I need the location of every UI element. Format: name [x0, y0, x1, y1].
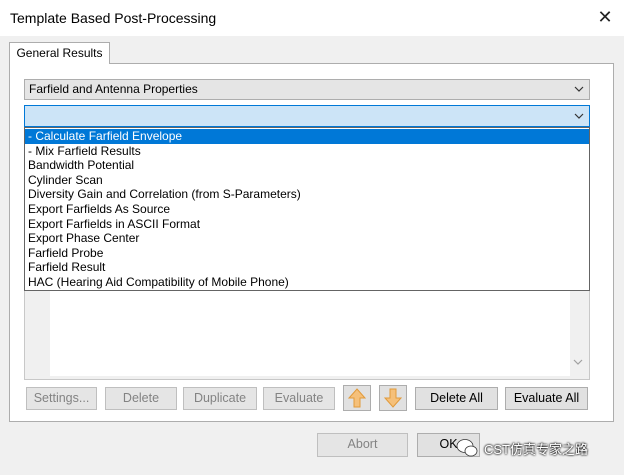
dropdown-option[interactable]: Export Phase Center: [25, 231, 589, 246]
arrow-down-icon: [383, 388, 403, 408]
dropdown-option[interactable]: Cylinder Scan: [25, 173, 589, 188]
dropdown-option[interactable]: Farfield Result: [25, 260, 589, 275]
dropdown-option[interactable]: Farfield Probe: [25, 246, 589, 261]
delete-all-button[interactable]: Delete All: [415, 387, 498, 410]
dropdown-option[interactable]: - Mix Farfield Results: [25, 144, 589, 159]
category-select[interactable]: Farfield and Antenna Properties: [24, 79, 590, 100]
dropdown-option[interactable]: Export Farfields As Source: [25, 202, 589, 217]
evaluate-all-button[interactable]: Evaluate All: [505, 387, 588, 410]
dropdown-option[interactable]: Export Farfields in ASCII Format: [25, 217, 589, 232]
category-select-value: Farfield and Antenna Properties: [29, 82, 198, 96]
watermark-text: CST仿真专家之路: [484, 441, 589, 457]
close-icon[interactable]: ✕: [594, 6, 616, 28]
template-list[interactable]: [50, 290, 570, 376]
window-title: Template Based Post-Processing: [10, 10, 217, 26]
chat-bubble-icon: [456, 439, 478, 457]
dropdown-option[interactable]: HAC (Hearing Aid Compatibility of Mobile…: [25, 275, 589, 290]
abort-button[interactable]: Abort: [317, 433, 408, 457]
settings-button[interactable]: Settings...: [26, 387, 97, 410]
duplicate-button[interactable]: Duplicate: [183, 387, 257, 410]
scroll-down-icon[interactable]: [571, 357, 585, 371]
arrow-up-icon: [347, 388, 367, 408]
chevron-down-icon: [574, 80, 584, 106]
template-dropdown-list[interactable]: - Calculate Farfield Envelope - Mix Farf…: [24, 127, 590, 291]
dropdown-option[interactable]: Diversity Gain and Correlation (from S-P…: [25, 187, 589, 202]
evaluate-button[interactable]: Evaluate: [263, 387, 335, 410]
tab-general-results[interactable]: General Results: [9, 42, 110, 64]
dropdown-option[interactable]: Bandwidth Potential: [25, 158, 589, 173]
delete-button[interactable]: Delete: [105, 387, 177, 410]
template-select[interactable]: [24, 105, 590, 127]
move-down-button[interactable]: [379, 385, 407, 411]
move-up-button[interactable]: [343, 385, 371, 411]
watermark: CST仿真专家之路: [456, 430, 588, 466]
dropdown-option[interactable]: - Calculate Farfield Envelope: [25, 129, 589, 144]
chevron-down-icon: [574, 106, 584, 129]
